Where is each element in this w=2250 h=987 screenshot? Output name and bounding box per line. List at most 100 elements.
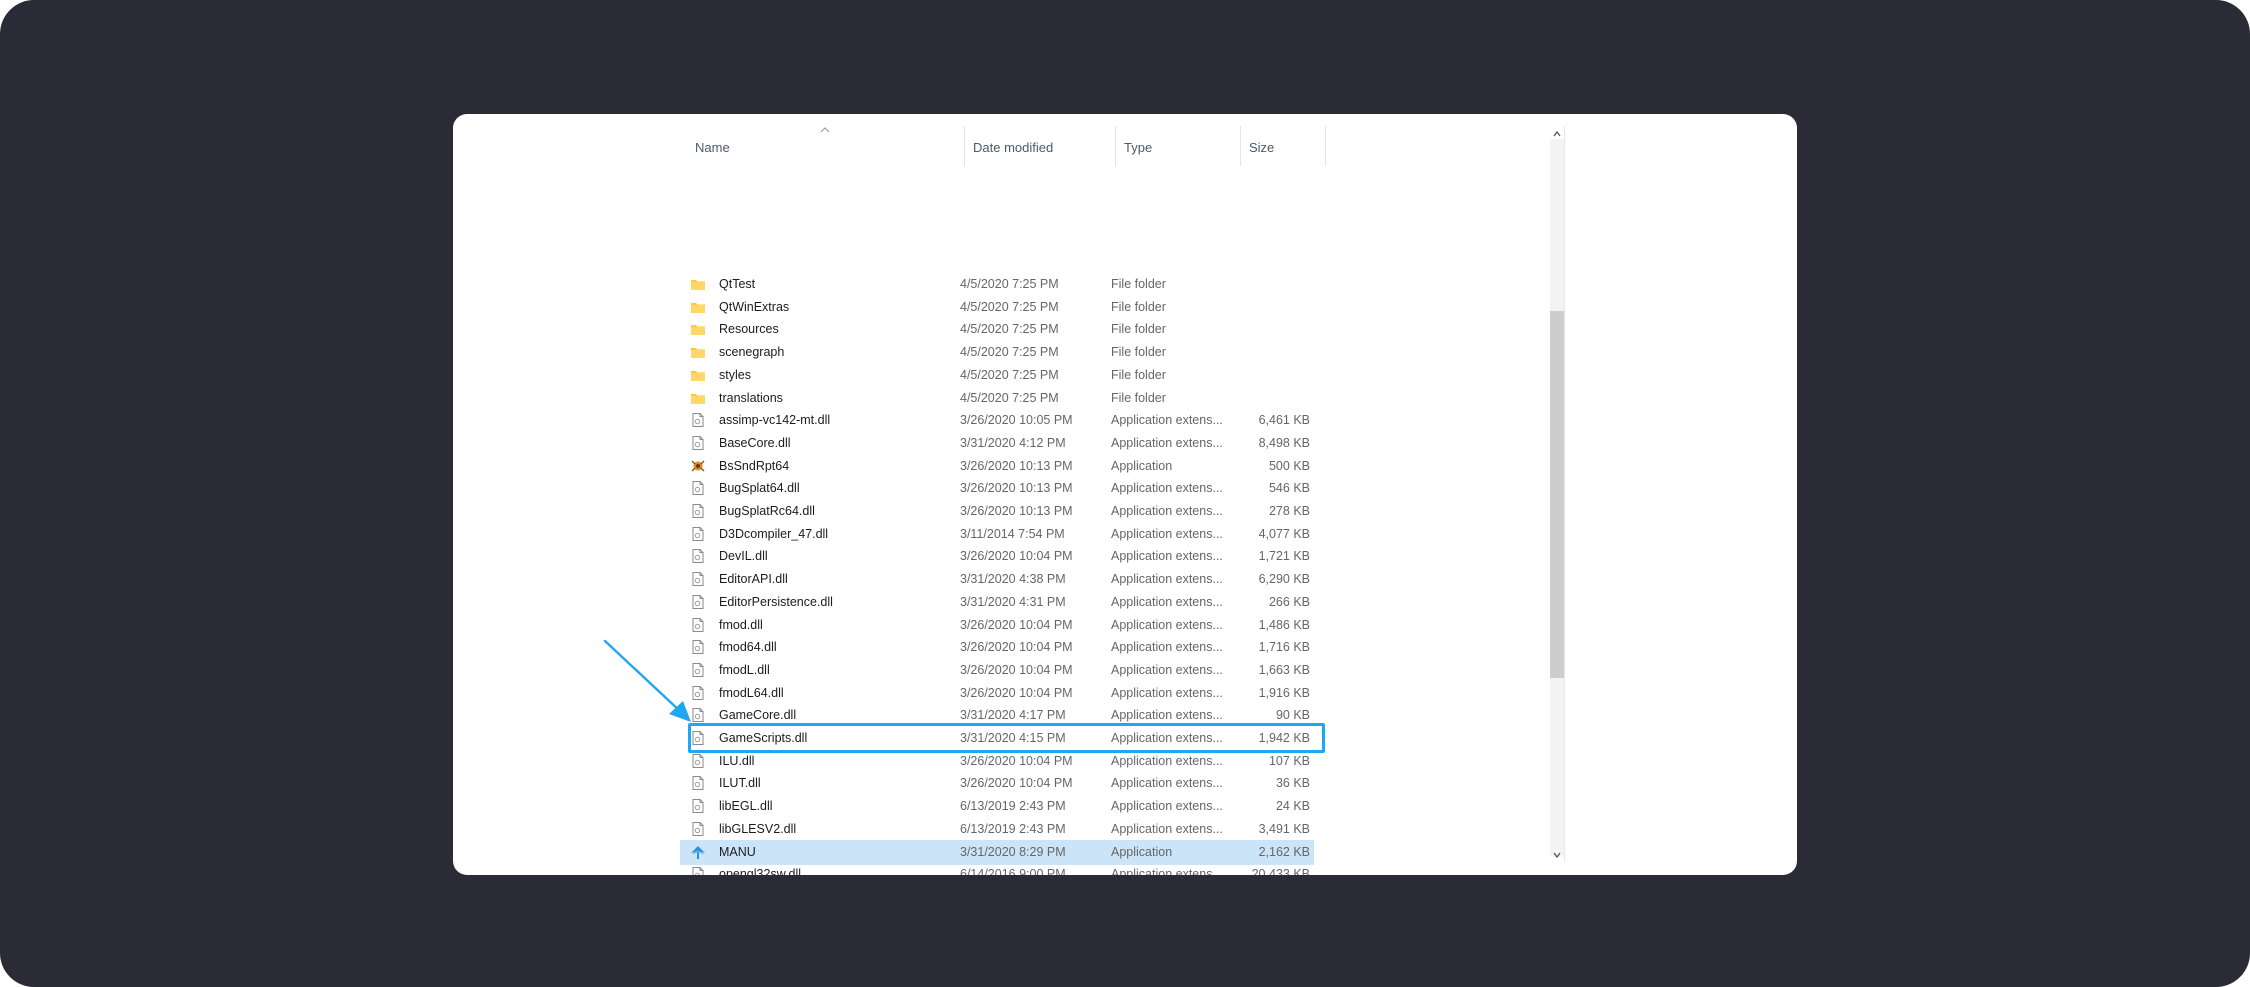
file-size: 8,498 KB <box>1258 435 1310 450</box>
scroll-up-icon[interactable] <box>1552 129 1562 139</box>
file-size: 1,916 KB <box>1258 685 1310 700</box>
file-row[interactable]: BugSplat64.dll 3/26/2020 10:13 PM Applicat… <box>683 477 1781 500</box>
file-date-modified: 4/5/2020 7:25 PM <box>960 345 1059 360</box>
file-row[interactable]: DevIL.dll 3/26/2020 10:04 PM Application e… <box>683 545 1781 568</box>
file-date-modified: 3/31/2020 4:12 PM <box>960 435 1066 450</box>
file-date-modified: 3/26/2020 10:04 PM <box>960 776 1073 791</box>
scrollbar-thumb[interactable] <box>1550 311 1564 678</box>
manu-app-icon <box>690 844 706 860</box>
file-size: 2,162 KB <box>1258 844 1310 859</box>
folder-icon <box>690 390 706 406</box>
dll-file-icon <box>690 503 706 519</box>
file-date-modified: 3/26/2020 10:04 PM <box>960 549 1073 564</box>
file-name: EditorAPI.dll <box>719 572 788 587</box>
file-row[interactable]: translations 4/5/2020 7:25 PM File folder <box>683 387 1781 410</box>
file-name: libGLESV2.dll <box>719 821 797 836</box>
file-name: fmodL.dll <box>719 662 770 677</box>
file-size <box>1180 296 1310 319</box>
file-name: assimp-vc142-mt.dll <box>719 413 831 428</box>
file-date-modified: 3/11/2014 7:54 PM <box>960 526 1065 541</box>
file-row[interactable]: D3Dcompiler_47.dll 3/11/2014 7:54 PM Appli… <box>683 523 1781 546</box>
folder-icon <box>690 276 706 292</box>
file-size: 107 KB <box>1268 753 1310 768</box>
dll-file-icon <box>690 526 706 542</box>
folder-icon <box>690 344 706 360</box>
file-date-modified: 3/26/2020 10:04 PM <box>960 640 1073 655</box>
file-row[interactable]: opengl32sw.dll 6/14/2016 9:00 PM Applicati… <box>683 863 1781 875</box>
file-name: fmodL64.dll <box>719 685 784 700</box>
file-name: QtTest <box>719 277 756 291</box>
file-row[interactable]: BsSndRpt64 3/26/2020 10:13 PM Application 5… <box>683 455 1781 478</box>
file-size: 4,077 KB <box>1258 526 1310 541</box>
file-name: styles <box>719 367 751 382</box>
column-header-date-modified[interactable]: Date modified <box>965 133 1115 163</box>
column-divider[interactable] <box>1325 126 1326 166</box>
dll-file-icon <box>690 571 706 587</box>
file-type: Application <box>1111 458 1173 473</box>
file-date-modified: 6/14/2016 9:00 PM <box>960 867 1066 875</box>
file-row[interactable]: styles 4/5/2020 7:25 PM File folder <box>683 364 1781 387</box>
file-type: File folder <box>1111 367 1166 382</box>
dll-file-icon <box>690 617 706 633</box>
file-size: 266 KB <box>1268 594 1310 609</box>
dll-file-icon <box>690 798 706 814</box>
file-name: Resources <box>719 322 779 337</box>
selection-highlight-box <box>688 723 1325 753</box>
file-row[interactable]: assimp-vc142-mt.dll 3/26/2020 10:05 PM App… <box>683 409 1781 432</box>
file-row[interactable]: EditorPersistence.dll 3/31/2020 4:31 PM Ap… <box>683 591 1781 614</box>
file-row[interactable]: QtTest 4/5/2020 7:25 PM File folder <box>683 273 1781 296</box>
file-row[interactable]: ILU.dll 3/26/2020 10:04 PM Application ext… <box>683 750 1781 773</box>
file-row[interactable]: BaseCore.dll 3/31/2020 4:12 PM Application… <box>683 432 1781 455</box>
column-header-name[interactable]: Name <box>687 133 837 163</box>
file-row[interactable]: fmodL.dll 3/26/2020 10:04 PM Application e… <box>683 659 1781 682</box>
file-explorer-window: Name Date modified Type Size QtTest 4/5/2… <box>453 114 1797 875</box>
file-size: 6,461 KB <box>1258 413 1310 428</box>
file-date-modified: 4/5/2020 7:25 PM <box>960 277 1059 291</box>
file-row[interactable]: EditorAPI.dll 3/31/2020 4:38 PM Applicatio… <box>683 568 1781 591</box>
file-size: 1,721 KB <box>1258 549 1310 564</box>
file-size: 278 KB <box>1268 504 1310 518</box>
column-header-type[interactable]: Type <box>1116 133 1236 163</box>
file-row[interactable]: BugSplatRc64.dll 3/26/2020 10:13 PM Applic… <box>683 500 1781 523</box>
file-date-modified: 3/26/2020 10:05 PM <box>960 413 1073 428</box>
file-row[interactable]: ILUT.dll 3/26/2020 10:04 PM Application ex… <box>683 772 1781 795</box>
file-type: File folder <box>1111 299 1166 314</box>
file-row[interactable]: libGLESV2.dll 6/13/2019 2:43 PM Applicatio… <box>683 818 1781 841</box>
file-type: File folder <box>1111 390 1166 405</box>
file-date-modified: 6/13/2019 2:43 PM <box>960 799 1066 814</box>
file-size: 6,290 KB <box>1258 572 1310 587</box>
file-size <box>1180 364 1310 387</box>
scrollbar-border <box>1564 126 1565 862</box>
file-row[interactable]: scenegraph 4/5/2020 7:25 PM File folder <box>683 341 1781 364</box>
file-name: BaseCore.dll <box>719 435 791 450</box>
folder-icon <box>690 299 706 315</box>
file-name: MANU <box>719 844 756 859</box>
dll-file-icon <box>690 548 706 564</box>
file-size: 546 KB <box>1268 481 1310 496</box>
file-date-modified: 6/13/2019 2:43 PM <box>960 821 1066 836</box>
file-row-selected[interactable]: MANU 3/31/2020 8:29 PM Application 2,162 KB <box>680 839 1781 865</box>
sort-up-icon <box>820 127 830 133</box>
file-date-modified: 3/26/2020 10:13 PM <box>960 504 1073 518</box>
file-size: 500 KB <box>1268 458 1310 473</box>
file-type: File folder <box>1111 345 1166 360</box>
file-date-modified: 3/26/2020 10:04 PM <box>960 685 1073 700</box>
scroll-down-icon[interactable] <box>1552 850 1562 860</box>
file-row[interactable]: fmod64.dll 3/26/2020 10:04 PM Application … <box>683 636 1781 659</box>
file-name: libEGL.dll <box>719 799 773 814</box>
file-size: 20,433 KB <box>1251 867 1310 875</box>
dll-file-icon <box>690 753 706 769</box>
dll-file-icon <box>690 866 706 875</box>
file-name: opengl32sw.dll <box>719 867 802 875</box>
file-size <box>1180 387 1310 410</box>
file-name: BugSplat64.dll <box>719 481 800 496</box>
file-row[interactable]: libEGL.dll 6/13/2019 2:43 PM Application e… <box>683 795 1781 818</box>
annotation-arrow-icon <box>603 639 691 722</box>
file-row[interactable]: QtWinExtras 4/5/2020 7:25 PM File folder <box>683 296 1781 319</box>
column-header-size[interactable]: Size <box>1241 133 1321 163</box>
file-row[interactable]: fmodL64.dll 3/26/2020 10:04 PM Application… <box>683 682 1781 705</box>
file-date-modified: 3/31/2020 8:29 PM <box>960 844 1066 859</box>
file-type: File folder <box>1111 277 1166 291</box>
file-row[interactable]: fmod.dll 3/26/2020 10:04 PM Application ex… <box>683 614 1781 637</box>
file-row[interactable]: Resources 4/5/2020 7:25 PM File folder <box>683 318 1781 341</box>
